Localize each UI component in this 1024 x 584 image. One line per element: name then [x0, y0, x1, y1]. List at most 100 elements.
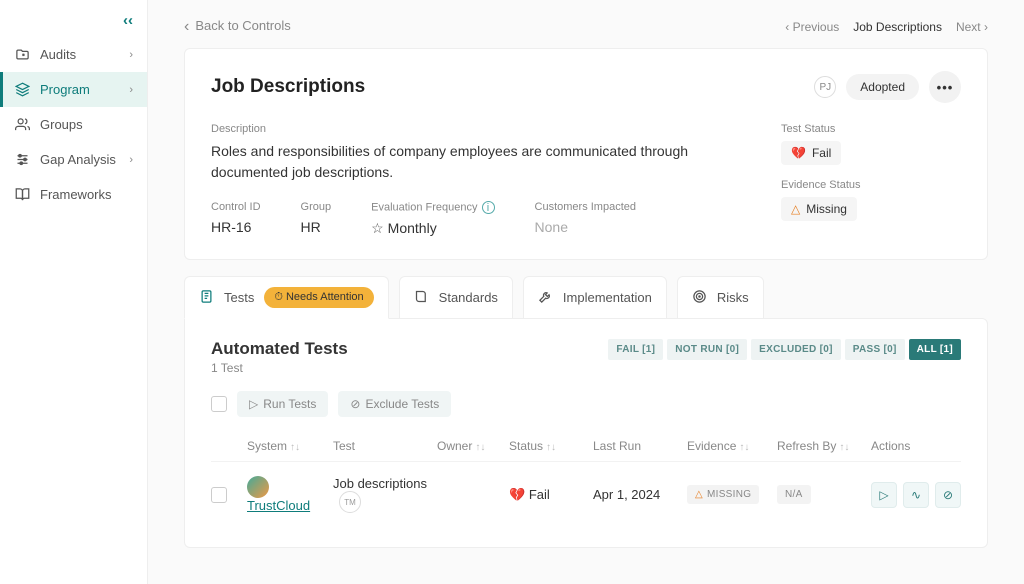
exclude-tests-button[interactable]: ⊘Exclude Tests — [338, 391, 451, 417]
trustcloud-logo-icon — [247, 476, 269, 498]
run-tests-button[interactable]: ▷Run Tests — [237, 391, 328, 417]
test-status-badge: 💔 Fail — [781, 141, 841, 165]
row-evidence-badge: △MISSING — [687, 485, 759, 504]
tab-label: Risks — [717, 290, 749, 305]
sort-icon: ↑↓ — [546, 442, 556, 453]
sidebar-item-label: Gap Analysis — [40, 152, 116, 167]
row-refresh-badge: N/A — [777, 485, 811, 504]
table-header: System↑↓ Test Owner↑↓ Status↑↓ Last Run … — [211, 431, 961, 461]
description-text: Roles and responsibilities of company em… — [211, 141, 741, 183]
control-detail-card: Job Descriptions PJ Adopted ••• Descript… — [184, 48, 988, 260]
tab-implementation[interactable]: Implementation — [523, 276, 667, 319]
select-all-checkbox[interactable] — [211, 396, 227, 412]
col-evidence[interactable]: Evidence↑↓ — [687, 439, 777, 453]
sidebar-item-audits[interactable]: Audits › — [0, 37, 147, 72]
book-icon — [14, 187, 30, 202]
more-menu-button[interactable]: ••• — [929, 71, 961, 103]
system-link[interactable]: TrustCloud — [247, 498, 310, 513]
activity-action-button[interactable]: ∿ — [903, 482, 929, 508]
row-status: Fail — [529, 487, 550, 502]
filter-notrun[interactable]: NOT RUN [0] — [667, 339, 747, 360]
play-icon: ▷ — [249, 397, 258, 411]
chevron-right-icon: › — [129, 154, 133, 166]
tests-subtitle: 1 Test — [211, 361, 348, 375]
description-label: Description — [211, 123, 741, 135]
control-id-label: Control ID — [211, 201, 261, 213]
sort-icon: ↑↓ — [739, 442, 749, 453]
filter-excluded[interactable]: EXCLUDED [0] — [751, 339, 841, 360]
sidebar-item-frameworks[interactable]: Frameworks — [0, 177, 147, 212]
tab-tests[interactable]: Tests ⏱ Needs Attention — [184, 276, 389, 319]
warning-icon: △ — [791, 202, 800, 216]
warning-icon: △ — [695, 489, 703, 500]
col-system[interactable]: System↑↓ — [247, 439, 333, 453]
folder-out-icon — [14, 47, 30, 62]
sort-icon: ↑↓ — [290, 442, 300, 453]
tab-label: Standards — [439, 290, 498, 305]
test-status-label: Test Status — [781, 123, 961, 135]
tab-label: Implementation — [563, 290, 652, 305]
layers-icon — [14, 82, 30, 97]
tab-risks[interactable]: Risks — [677, 276, 764, 319]
control-id-value: HR-16 — [211, 219, 261, 235]
col-lastrun[interactable]: Last Run — [593, 439, 687, 453]
status-pill[interactable]: Adopted — [846, 74, 919, 100]
sidebar-collapse-button[interactable]: ‹‹ — [0, 12, 147, 37]
tab-standards[interactable]: Standards — [399, 276, 513, 319]
users-icon — [14, 117, 30, 132]
test-name: Job descriptions — [333, 476, 427, 491]
sidebar-item-label: Frameworks — [40, 187, 112, 202]
customers-label: Customers Impacted — [535, 201, 636, 213]
exclude-action-button[interactable]: ⊘ — [935, 482, 961, 508]
group-value: HR — [301, 219, 332, 235]
clipboard-icon — [199, 289, 214, 307]
block-icon: ⊘ — [350, 397, 360, 411]
owner-mini-badge: TM — [339, 491, 361, 513]
col-status[interactable]: Status↑↓ — [509, 439, 593, 453]
info-icon[interactable]: i — [482, 201, 495, 214]
col-owner[interactable]: Owner↑↓ — [437, 439, 509, 453]
filter-fail[interactable]: FAIL [1] — [608, 339, 663, 360]
chevron-right-icon: › — [129, 84, 133, 96]
filter-pass[interactable]: PASS [0] — [845, 339, 905, 360]
evidence-status-badge: △ Missing — [781, 197, 857, 221]
needs-attention-chip[interactable]: ⏱ Needs Attention — [264, 287, 373, 308]
play-icon: ▷ — [879, 488, 888, 502]
group-label: Group — [301, 201, 332, 213]
tests-title: Automated Tests — [211, 339, 348, 359]
heart-break-icon: 💔 — [509, 487, 525, 502]
sidebar-item-label: Groups — [40, 117, 83, 132]
test-row: TrustCloud Job descriptions TM 💔 Fail Ap… — [211, 461, 961, 527]
book-icon — [414, 289, 429, 307]
owner-avatar[interactable]: PJ — [814, 76, 836, 98]
tests-panel: Automated Tests 1 Test FAIL [1] NOT RUN … — [184, 318, 988, 548]
heart-break-icon: 💔 — [791, 146, 806, 160]
sidebar-item-program[interactable]: Program › — [0, 72, 147, 107]
col-test[interactable]: Test — [333, 439, 437, 453]
main-content: Back to Controls ‹ Previous Job Descript… — [148, 0, 1024, 584]
customers-value: None — [535, 219, 636, 235]
tabs: Tests ⏱ Needs Attention Standards Implem… — [184, 276, 988, 319]
next-button[interactable]: Next › — [956, 20, 988, 34]
breadcrumb-current: Job Descriptions — [853, 20, 942, 34]
page-title: Job Descriptions — [211, 76, 365, 98]
back-link[interactable]: Back to Controls — [184, 18, 291, 36]
sidebar-item-groups[interactable]: Groups — [0, 107, 147, 142]
col-refresh[interactable]: Refresh By↑↓ — [777, 439, 871, 453]
evidence-status-label: Evidence Status — [781, 179, 961, 191]
chevron-right-icon: › — [129, 49, 133, 61]
run-action-button[interactable]: ▷ — [871, 482, 897, 508]
row-checkbox[interactable] — [211, 487, 227, 503]
target-icon — [692, 289, 707, 307]
sidebar-item-gap-analysis[interactable]: Gap Analysis › — [0, 142, 147, 177]
frequency-label: Evaluation Frequencyi — [371, 201, 494, 214]
sidebar-item-label: Audits — [40, 47, 76, 62]
star-icon: ☆ — [371, 220, 384, 236]
sidebar-item-label: Program — [40, 82, 90, 97]
sort-icon: ↑↓ — [475, 442, 485, 453]
filter-all[interactable]: ALL [1] — [909, 339, 961, 360]
activity-icon: ∿ — [911, 488, 921, 502]
col-actions: Actions — [871, 439, 961, 453]
row-lastrun: Apr 1, 2024 — [593, 487, 687, 502]
previous-button[interactable]: ‹ Previous — [785, 20, 839, 34]
